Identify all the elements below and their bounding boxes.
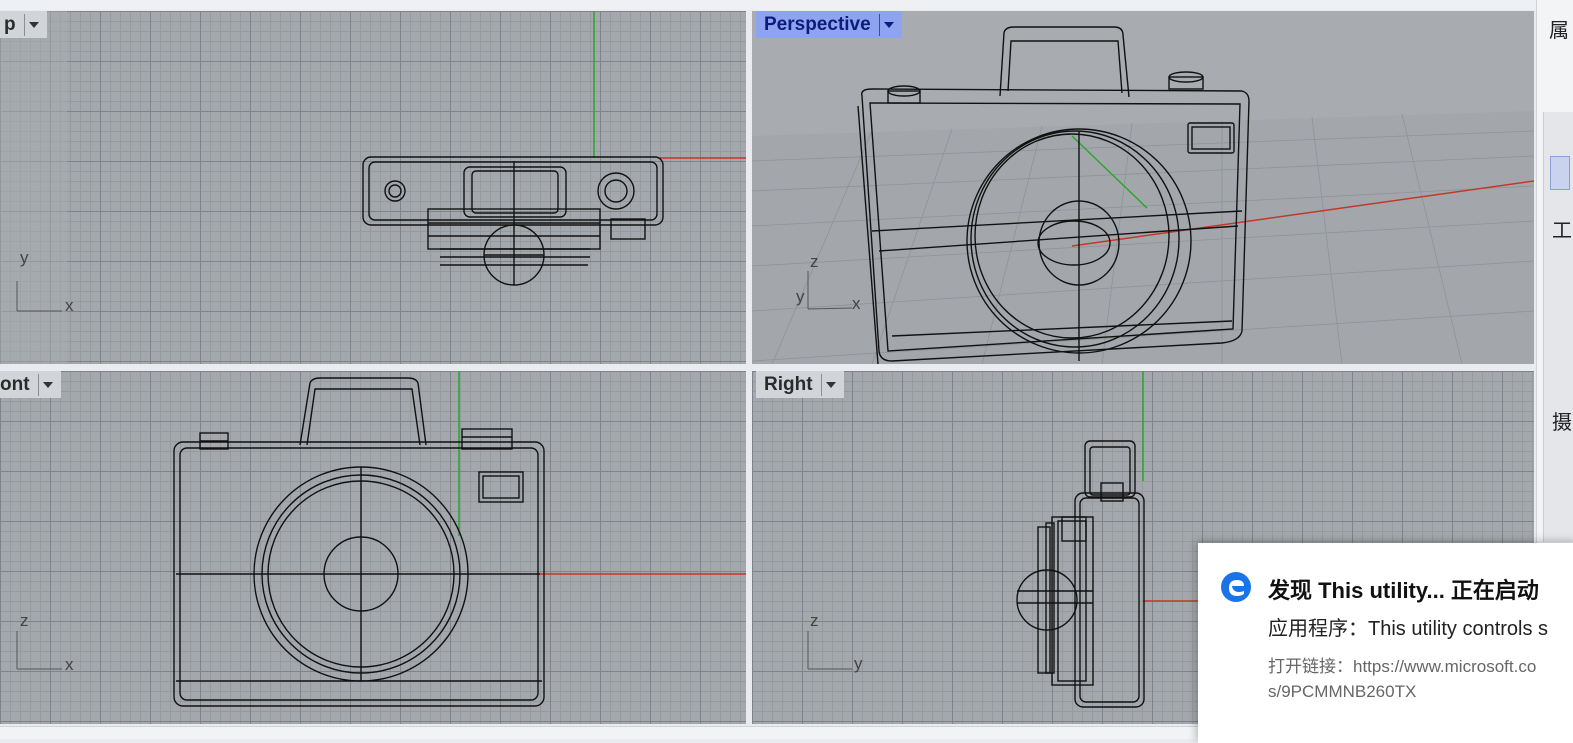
chevron-down-icon[interactable] — [23, 13, 43, 36]
viewport-top-label: p — [4, 13, 16, 35]
notification-toast[interactable]: 发现 This utility... 正在启动 应用程序：This utilit… — [1198, 543, 1573, 743]
viewport-perspective-label: Perspective — [764, 13, 871, 35]
top-view-drawing — [0, 11, 746, 364]
sidebar-title: 属 — [1549, 20, 1569, 42]
viewport-top[interactable]: p y x — [0, 11, 746, 364]
chevron-down-icon[interactable] — [878, 13, 898, 36]
axis-label-x: x — [852, 294, 861, 313]
axis-label-y: y — [20, 248, 29, 267]
axis-label-z: z — [810, 252, 819, 271]
front-view-drawing — [16, 371, 746, 707]
viewport-front-label: ont — [0, 373, 30, 395]
camera-icon[interactable] — [1550, 156, 1570, 190]
chevron-down-icon[interactable] — [820, 373, 840, 396]
axis-label-z: z — [20, 611, 29, 630]
sidebar-item-1[interactable]: 工 — [1552, 214, 1572, 243]
axis-label-x: x — [65, 655, 74, 674]
axis-label-y: y — [796, 287, 805, 306]
viewport-perspective[interactable]: Perspective z y x — [752, 11, 1534, 364]
notification-link[interactable]: 打开链接：https://www.microsoft.co — [1268, 652, 1536, 677]
perspective-view-drawing — [752, 26, 1534, 364]
viewport-top-tab[interactable]: p — [0, 11, 47, 38]
axis-label-y: y — [854, 654, 863, 673]
axis-label-x: x — [65, 296, 74, 315]
viewport-right-tab[interactable]: Right — [756, 371, 844, 398]
sidebar-item-2[interactable]: 摄 — [1552, 406, 1572, 435]
viewport-front-tab[interactable]: ont — [0, 371, 61, 398]
axis-label-z: z — [810, 611, 819, 630]
notification-link-continued[interactable]: s/9PCMMNB260TX — [1268, 682, 1416, 702]
notification-title: 发现 This utility... 正在启动 — [1268, 578, 1539, 603]
edge-icon — [1221, 572, 1251, 602]
top-strip — [0, 0, 1573, 10]
notification-body: 应用程序：This utility controls s — [1268, 618, 1549, 640]
viewport-perspective-tab[interactable]: Perspective — [756, 11, 902, 38]
sidebar-panel: 工 摄 — [1543, 112, 1573, 542]
chevron-down-icon[interactable] — [37, 373, 57, 396]
viewport-front[interactable]: ont z x — [0, 371, 746, 724]
viewport-right-label: Right — [764, 373, 813, 395]
